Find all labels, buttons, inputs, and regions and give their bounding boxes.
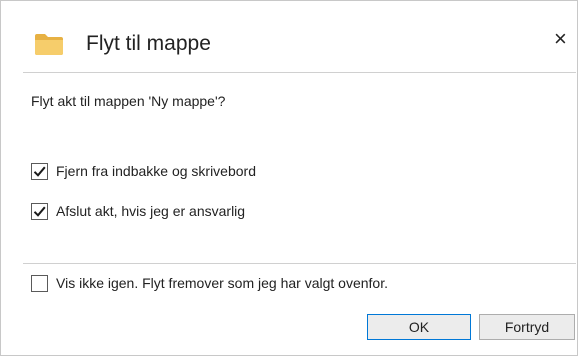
close-icon[interactable]: × — [554, 27, 567, 51]
remove-from-inbox-checkbox[interactable] — [31, 162, 48, 180]
confirmation-question: Flyt akt til mappen 'Ny mappe'? — [31, 93, 226, 109]
dont-show-again-label: Vis ikke igen. Flyt fremover som jeg har… — [56, 275, 388, 291]
dialog-title: Flyt til mappe — [86, 32, 211, 55]
dont-show-again-option[interactable]: Vis ikke igen. Flyt fremover som jeg har… — [31, 273, 388, 293]
cancel-button[interactable]: Fortryd — [479, 314, 575, 340]
footer-divider — [23, 263, 576, 264]
close-case-checkbox[interactable] — [31, 202, 48, 220]
close-case-option[interactable]: Afslut akt, hvis jeg er ansvarlig — [31, 201, 245, 221]
ok-button[interactable]: OK — [367, 314, 471, 340]
move-to-folder-dialog: Flyt til mappe × Flyt akt til mappen 'Ny… — [0, 0, 578, 356]
close-case-label: Afslut akt, hvis jeg er ansvarlig — [56, 203, 246, 219]
dont-show-again-checkbox[interactable] — [31, 274, 48, 292]
checkmark-icon — [33, 166, 46, 177]
folder-icon — [34, 32, 64, 56]
remove-from-inbox-label: Fjern fra indbakke og skrivebord — [56, 163, 256, 179]
checkmark-icon — [33, 206, 46, 217]
header-divider — [23, 72, 576, 73]
remove-from-inbox-option[interactable]: Fjern fra indbakke og skrivebord — [31, 161, 256, 181]
